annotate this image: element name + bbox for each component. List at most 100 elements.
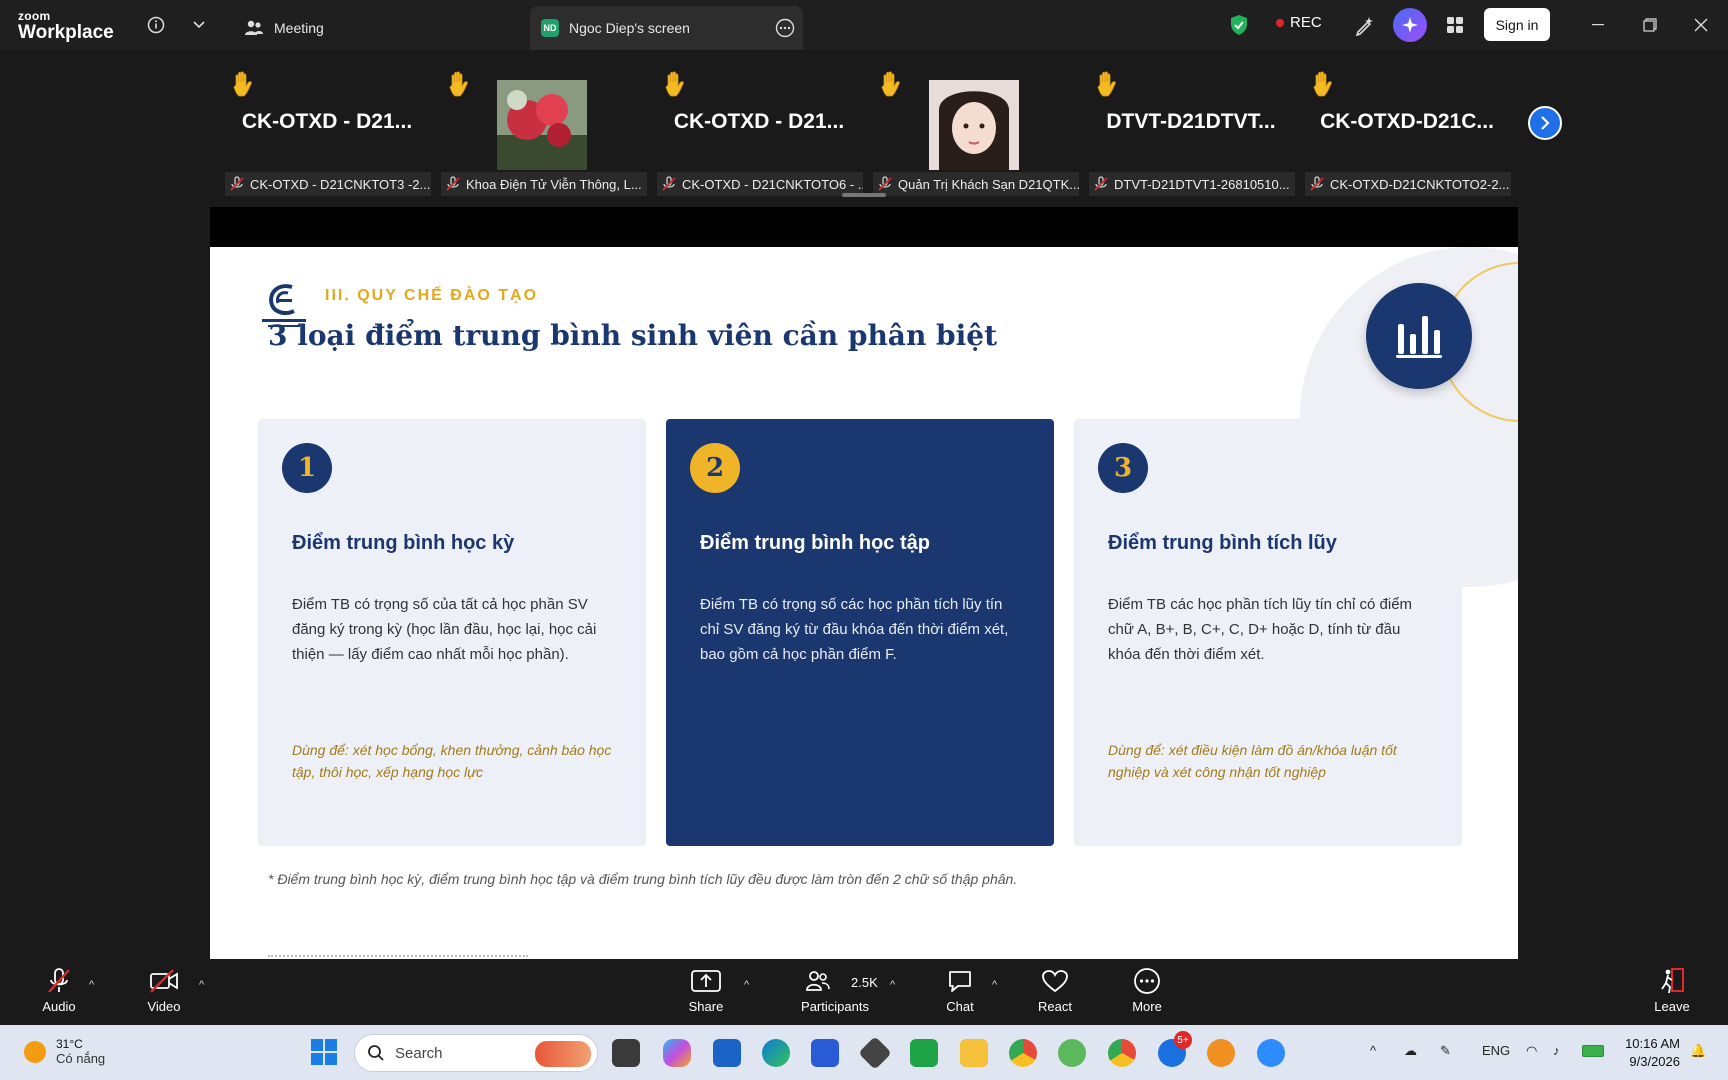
participant-tile[interactable]: CK-OTXD - D21... CK-OTXD - D21CNKTOTO6 - … <box>655 66 863 196</box>
battery-icon[interactable] <box>1582 1045 1604 1057</box>
meeting-controls: Audio ^ Video ^ Share ^ Participants 2.5… <box>0 959 1728 1025</box>
bar-chart-icon <box>1366 283 1472 389</box>
tab-meeting[interactable]: Meeting <box>244 6 384 50</box>
wifi-icon[interactable]: ◠ <box>1526 1043 1537 1059</box>
participant-tile[interactable]: CK-OTXD - D21... CK-OTXD - D21CNKTOT3 -2.… <box>223 66 431 196</box>
audio-options-caret[interactable]: ^ <box>89 979 94 991</box>
participant-tile[interactable]: DTVT-D21DTVT... DTVT-D21DTVT1-26810510... <box>1087 66 1295 196</box>
participant-label-text: CK-OTXD-D21CNKTOTO2-2... <box>1330 176 1510 192</box>
participant-tile[interactable]: Khoa Điện Tử Viễn Thông, L... <box>439 66 647 196</box>
participant-display-name: CK-OTXD - D21... <box>241 110 413 133</box>
card-cumulative-gpa: 3 Điểm trung bình tích lũy Điểm TB các h… <box>1074 419 1462 846</box>
recording-label: REC <box>1290 14 1322 31</box>
windows-start-icon[interactable] <box>310 1038 338 1066</box>
more-options-icon[interactable] <box>775 18 795 41</box>
card-title: Điểm trung bình tích lũy <box>1108 532 1337 554</box>
encryption-shield-icon[interactable] <box>1226 12 1252 38</box>
participant-label-text: CK-OTXD - D21CNKTOTO6 - ... <box>682 176 863 192</box>
card-body: Điểm TB có trọng số các học phần tích lũ… <box>700 596 1009 663</box>
react-button[interactable]: React <box>1015 967 1095 1021</box>
browser-icon[interactable] <box>1207 1039 1235 1067</box>
notification-bell-icon[interactable]: 🔔 <box>1690 1043 1706 1059</box>
volume-icon[interactable]: ♪ <box>1553 1043 1560 1058</box>
strip-resize-handle[interactable] <box>842 193 886 197</box>
next-page-button[interactable] <box>1528 106 1562 140</box>
chrome-icon[interactable] <box>1009 1039 1037 1067</box>
participant-tile[interactable]: CK-OTXD-D21C... CK-OTXD-D21CNKTOTO2-2... <box>1303 66 1511 196</box>
android-studio-icon[interactable] <box>1058 1039 1086 1067</box>
audio-button[interactable]: Audio <box>19 967 99 1021</box>
close-icon[interactable] <box>1687 12 1715 38</box>
azure-data-studio-icon[interactable] <box>811 1039 839 1067</box>
search-placeholder: Search <box>395 1044 443 1062</box>
minimize-icon[interactable] <box>1584 12 1612 38</box>
card-number: 2 <box>690 443 740 493</box>
zalo-icon[interactable]: 5+ <box>1158 1031 1192 1067</box>
restore-icon[interactable] <box>1636 12 1664 38</box>
record-dot-icon <box>1276 18 1284 27</box>
chat-options-caret[interactable]: ^ <box>992 979 997 991</box>
file-explorer-icon[interactable] <box>960 1039 988 1067</box>
participant-tile[interactable]: Quản Trị Khách Sạn D21QTK... <box>871 66 1079 196</box>
weather-widget[interactable]: 31°C Có nắng <box>24 1037 105 1066</box>
card-semester-gpa: 1 Điểm trung bình học kỳ Điểm TB có trọn… <box>258 419 646 846</box>
onedrive-cloud-icon[interactable]: ☁ <box>1404 1043 1417 1059</box>
unity-hub-icon[interactable] <box>858 1036 892 1070</box>
share-label: Share <box>688 999 724 1014</box>
annotate-icon[interactable] <box>1352 12 1378 38</box>
participant-display-name: CK-OTXD - D21... <box>673 110 845 133</box>
chat-label: Chat <box>946 999 974 1014</box>
chevron-down-icon[interactable] <box>186 12 212 38</box>
participants-options-caret[interactable]: ^ <box>890 979 895 991</box>
share-button[interactable]: Share <box>666 967 746 1021</box>
video-off-icon <box>149 967 179 995</box>
share-screen-icon <box>691 967 721 995</box>
heart-icon <box>1040 967 1070 995</box>
apps-grid-icon[interactable] <box>1442 12 1468 38</box>
video-options-caret[interactable]: ^ <box>199 979 204 991</box>
search-icon <box>368 1045 384 1061</box>
zalo-notification-badge: 5+ <box>1174 1031 1192 1049</box>
edge-browser-icon[interactable] <box>762 1039 790 1067</box>
card-number: 3 <box>1098 443 1148 493</box>
input-language[interactable]: ENG <box>1482 1043 1510 1058</box>
chat-button[interactable]: Chat <box>920 967 1000 1021</box>
card-title: Điểm trung bình học tập <box>700 532 930 554</box>
chrome-profile-icon[interactable] <box>1108 1039 1136 1067</box>
chat-icon <box>945 967 975 995</box>
leave-button[interactable]: Leave <box>1632 967 1712 1021</box>
sign-in-button[interactable]: Sign in <box>1484 8 1550 41</box>
raised-hand-icon <box>449 71 468 97</box>
xbox-icon[interactable] <box>910 1039 938 1067</box>
pen-input-icon[interactable]: ✎ <box>1440 1043 1451 1059</box>
more-label: More <box>1132 999 1162 1014</box>
more-button[interactable]: More <box>1107 967 1187 1021</box>
video-label: Video <box>147 999 181 1014</box>
mic-muted-icon <box>230 176 244 191</box>
card-title: Điểm trung bình học kỳ <box>292 532 515 554</box>
leave-door-icon <box>1657 967 1687 995</box>
ai-companion-icon[interactable] <box>1393 8 1427 42</box>
raised-hand-icon <box>881 71 900 97</box>
card-body: Điểm TB có trọng số của tất cả học phần … <box>292 596 597 663</box>
show-hidden-icons[interactable]: ^ <box>1370 1043 1376 1058</box>
mic-muted-icon <box>1094 176 1108 191</box>
logo-line2: Workplace <box>18 22 114 43</box>
system-clock[interactable]: 10:16 AM 9/3/2026 <box>1620 1035 1680 1071</box>
microsoft-store-icon[interactable] <box>713 1039 741 1067</box>
recording-indicator[interactable]: REC <box>1276 14 1322 31</box>
shared-screen-slide: III. QUY CHẾ ĐÀO TẠO 3 loại điểm trung b… <box>210 207 1518 959</box>
copilot-icon[interactable] <box>663 1039 691 1067</box>
tab-shared-screen[interactable]: ND Ngoc Diep's screen <box>530 6 803 50</box>
video-button[interactable]: Video <box>124 967 204 1021</box>
taskbar-search-input[interactable]: Search <box>354 1034 598 1072</box>
participant-photo <box>929 80 1019 170</box>
participant-label: CK-OTXD - D21CNKTOTO6 - ... <box>657 172 863 196</box>
meeting-info-icon[interactable] <box>143 12 169 38</box>
task-view-icon[interactable] <box>612 1039 640 1067</box>
mic-muted-icon <box>662 176 676 191</box>
chevron-right-icon <box>1541 116 1550 130</box>
share-options-caret[interactable]: ^ <box>744 979 749 991</box>
zoom-taskbar-icon[interactable] <box>1257 1039 1285 1067</box>
card-study-gpa: 2 Điểm trung bình học tập Điểm TB có trọ… <box>666 419 1054 846</box>
